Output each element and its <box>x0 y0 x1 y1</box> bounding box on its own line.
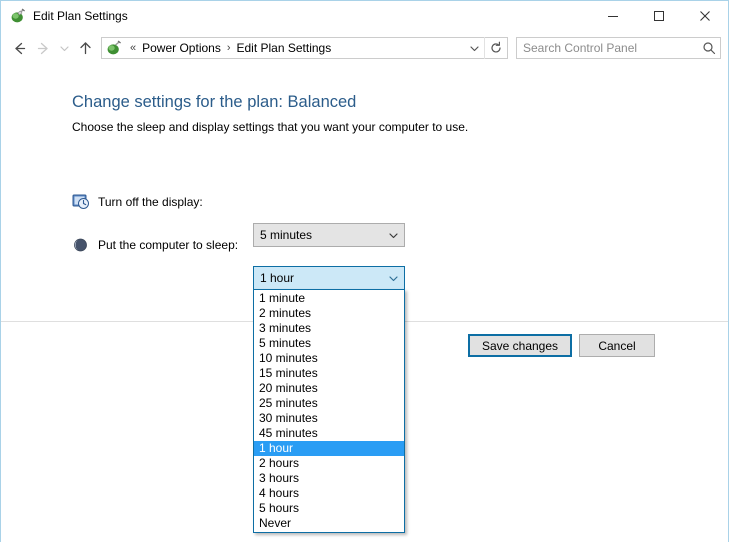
back-button[interactable] <box>7 36 31 60</box>
setting-label-display: Turn off the display: <box>98 195 203 209</box>
dropdown-option[interactable]: 5 hours <box>254 501 404 516</box>
setting-row-sleep: Put the computer to sleep: <box>72 233 238 257</box>
dropdown-option[interactable]: 15 minutes <box>254 366 404 381</box>
dropdown-option[interactable]: 45 minutes <box>254 426 404 441</box>
sleep-timeout-combobox[interactable]: 1 hour <box>253 266 405 290</box>
window-title: Edit Plan Settings <box>33 10 128 22</box>
up-arrow-icon <box>77 40 94 57</box>
dropdown-option[interactable]: 1 hour <box>254 441 404 456</box>
address-bar[interactable]: « Power Options › Edit Plan Settings <box>101 37 508 59</box>
close-button[interactable] <box>682 1 728 31</box>
dropdown-option[interactable]: 10 minutes <box>254 351 404 366</box>
navigation-bar: « Power Options › Edit Plan Settings <box>1 31 728 65</box>
dropdown-option[interactable]: 3 minutes <box>254 321 404 336</box>
dropdown-option[interactable]: Never <box>254 516 404 531</box>
page-subtitle: Choose the sleep and display settings th… <box>72 120 468 134</box>
dropdown-option[interactable]: 2 minutes <box>254 306 404 321</box>
chevron-down-icon <box>58 42 71 55</box>
refresh-button[interactable] <box>484 37 507 59</box>
chevron-down-icon <box>382 272 404 285</box>
setting-row-display: Turn off the display: <box>72 190 203 214</box>
search-box[interactable] <box>516 37 721 59</box>
breadcrumb-separator: › <box>223 42 235 54</box>
breadcrumb-item-power-options[interactable]: Power Options <box>140 41 223 55</box>
dropdown-option[interactable]: 1 minute <box>254 291 404 306</box>
chevron-down-icon <box>468 42 481 55</box>
breadcrumb-item-edit-plan-settings[interactable]: Edit Plan Settings <box>235 41 334 55</box>
content-area: Change settings for the plan: Balanced C… <box>1 65 728 318</box>
search-input[interactable] <box>517 41 698 55</box>
cancel-button[interactable]: Cancel <box>579 334 655 357</box>
sleep-moon-icon <box>72 236 90 254</box>
edit-plan-settings-window: Edit Plan Settings <box>0 0 729 542</box>
chevron-down-icon <box>382 229 404 242</box>
close-icon <box>699 10 711 22</box>
sleep-timeout-value: 1 hour <box>254 271 382 285</box>
dropdown-option[interactable]: 4 hours <box>254 486 404 501</box>
search-icon <box>702 41 716 55</box>
recent-locations-button <box>55 36 73 60</box>
address-dropdown-button[interactable] <box>464 38 484 58</box>
display-timeout-value: 5 minutes <box>254 228 382 242</box>
power-plug-icon <box>106 40 122 56</box>
setting-label-sleep: Put the computer to sleep: <box>98 238 238 252</box>
maximize-button[interactable] <box>636 1 682 31</box>
title-bar: Edit Plan Settings <box>1 1 728 31</box>
search-button[interactable] <box>698 38 720 58</box>
back-arrow-icon <box>11 40 28 57</box>
dropdown-option[interactable]: 5 minutes <box>254 336 404 351</box>
window-controls <box>590 1 728 31</box>
dropdown-option[interactable]: 30 minutes <box>254 411 404 426</box>
dropdown-option[interactable]: 20 minutes <box>254 381 404 396</box>
display-clock-icon <box>72 193 90 211</box>
forward-arrow-icon <box>35 40 52 57</box>
power-plug-icon <box>10 8 26 24</box>
display-timeout-combobox[interactable]: 5 minutes <box>253 223 405 247</box>
dropdown-option[interactable]: 25 minutes <box>254 396 404 411</box>
breadcrumb-prefix: « <box>126 42 140 54</box>
maximize-icon <box>653 10 665 22</box>
sleep-timeout-dropdown-list[interactable]: 1 minute2 minutes3 minutes5 minutes10 mi… <box>253 289 405 533</box>
refresh-icon <box>489 41 503 55</box>
up-button[interactable] <box>73 36 97 60</box>
dropdown-option[interactable]: 2 hours <box>254 456 404 471</box>
minimize-button[interactable] <box>590 1 636 31</box>
minimize-icon <box>607 10 619 22</box>
forward-button <box>31 36 55 60</box>
save-changes-button[interactable]: Save changes <box>468 334 572 357</box>
dropdown-option[interactable]: 3 hours <box>254 471 404 486</box>
page-title: Change settings for the plan: Balanced <box>72 93 356 112</box>
